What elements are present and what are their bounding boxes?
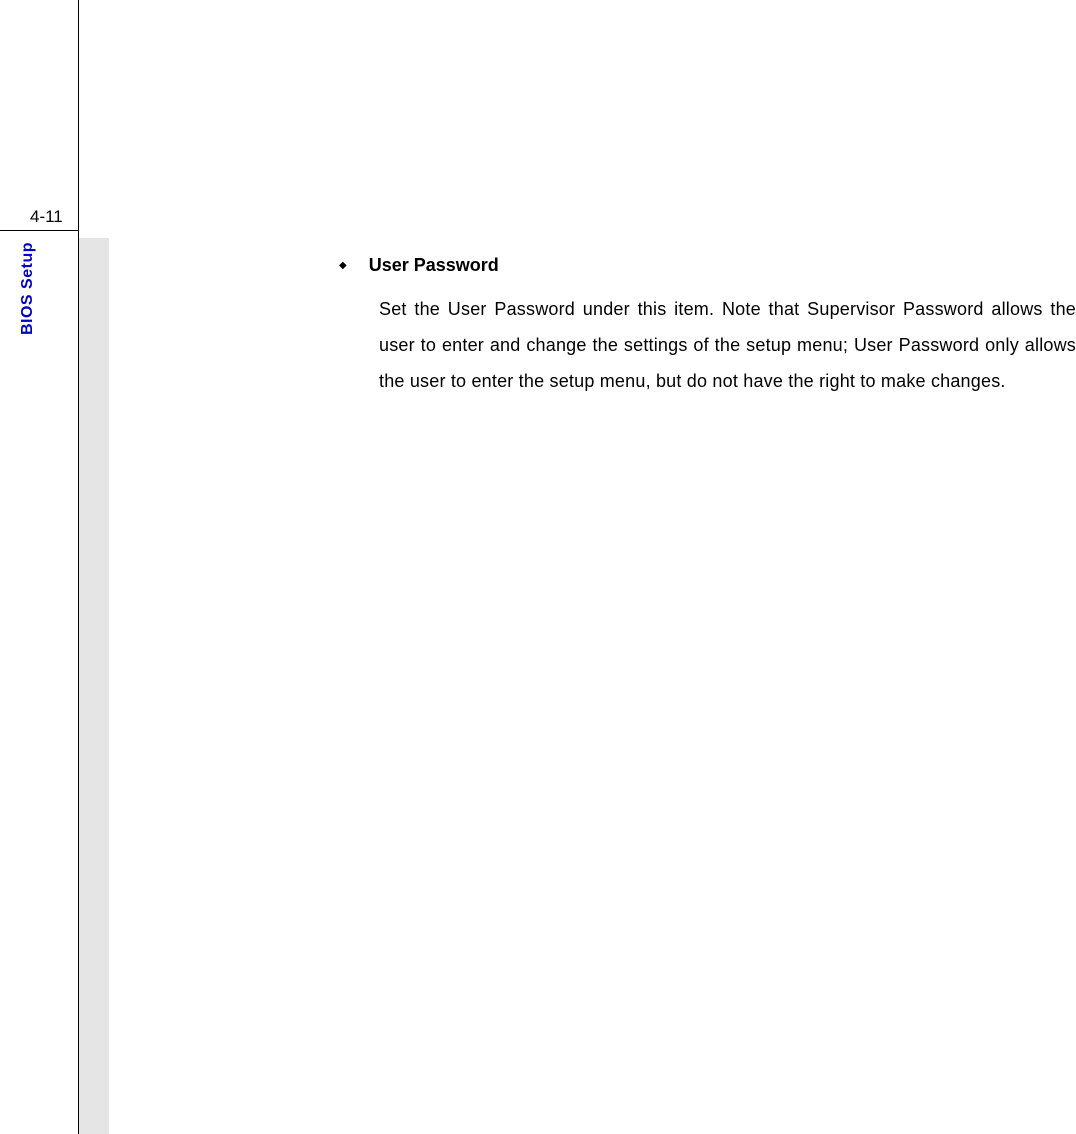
bullet-title: User Password — [369, 255, 499, 276]
body-paragraph: Set the User Password under this item. N… — [379, 291, 1076, 399]
content-area: ◆ User Password Set the User Password un… — [339, 255, 1076, 399]
diamond-bullet-icon: ◆ — [339, 255, 347, 277]
page-number: 4-11 — [30, 207, 63, 227]
section-label: BIOS Setup — [19, 242, 37, 335]
gray-sidebar-band — [79, 238, 109, 1134]
page-container: 4-11 BIOS Setup ◆ User Password Set the … — [0, 0, 1076, 1134]
bullet-item: ◆ User Password — [339, 255, 1076, 277]
horizontal-divider — [0, 230, 78, 231]
